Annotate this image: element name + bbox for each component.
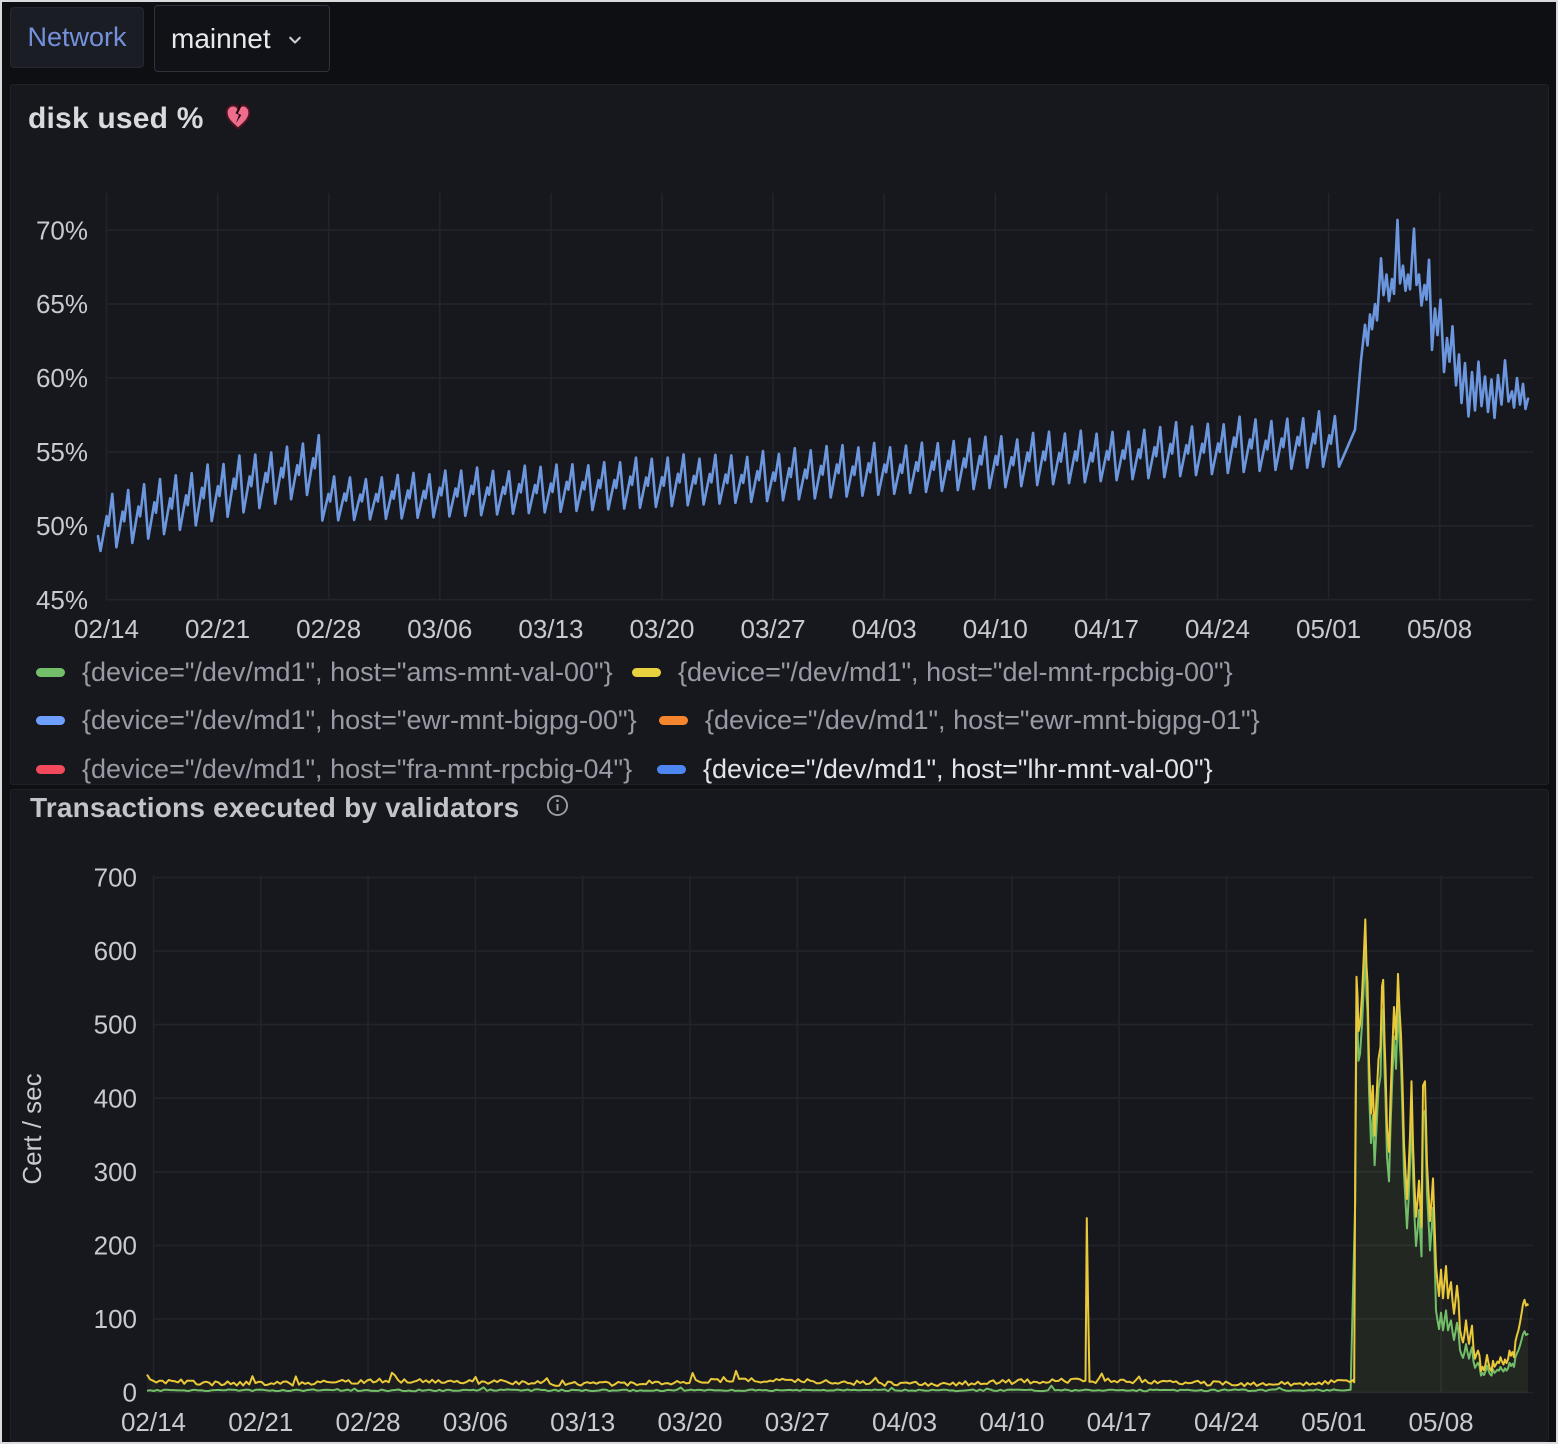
svg-text:02/14: 02/14 — [74, 614, 139, 644]
svg-text:0: 0 — [123, 1378, 137, 1408]
svg-text:04/24: 04/24 — [1194, 1407, 1259, 1437]
svg-text:04/03: 04/03 — [852, 614, 917, 644]
svg-text:70%: 70% — [36, 215, 88, 245]
svg-text:45%: 45% — [36, 585, 88, 615]
svg-text:04/10: 04/10 — [979, 1407, 1044, 1437]
svg-text:03/27: 03/27 — [765, 1407, 830, 1437]
svg-text:03/06: 03/06 — [407, 614, 472, 644]
svg-text:400: 400 — [94, 1083, 137, 1113]
svg-text:02/21: 02/21 — [185, 614, 250, 644]
svg-text:55%: 55% — [36, 437, 88, 467]
svg-text:05/08: 05/08 — [1409, 1407, 1474, 1437]
svg-text:65%: 65% — [36, 289, 88, 319]
svg-text:300: 300 — [94, 1157, 137, 1187]
svg-text:02/28: 02/28 — [336, 1407, 401, 1437]
svg-text:03/13: 03/13 — [518, 614, 583, 644]
svg-text:03/27: 03/27 — [741, 614, 806, 644]
svg-text:60%: 60% — [36, 363, 88, 393]
svg-text:03/13: 03/13 — [550, 1407, 615, 1437]
svg-text:200: 200 — [94, 1231, 137, 1261]
svg-text:100: 100 — [94, 1304, 137, 1334]
svg-text:04/10: 04/10 — [963, 614, 1028, 644]
svg-text:05/01: 05/01 — [1301, 1407, 1366, 1437]
svg-text:600: 600 — [94, 936, 137, 966]
svg-text:04/03: 04/03 — [872, 1407, 937, 1437]
svg-text:02/21: 02/21 — [228, 1407, 293, 1437]
svg-text:03/20: 03/20 — [629, 614, 694, 644]
svg-text:04/24: 04/24 — [1185, 614, 1250, 644]
svg-text:Cert / sec: Cert / sec — [17, 1073, 47, 1184]
svg-text:04/17: 04/17 — [1074, 614, 1139, 644]
svg-text:50%: 50% — [36, 511, 88, 541]
svg-text:05/08: 05/08 — [1407, 614, 1472, 644]
svg-text:02/14: 02/14 — [121, 1407, 186, 1437]
svg-text:04/17: 04/17 — [1087, 1407, 1152, 1437]
svg-text:02/28: 02/28 — [296, 614, 361, 644]
svg-text:03/20: 03/20 — [657, 1407, 722, 1437]
svg-text:500: 500 — [94, 1010, 137, 1040]
svg-text:03/06: 03/06 — [443, 1407, 508, 1437]
svg-text:05/01: 05/01 — [1296, 614, 1361, 644]
svg-text:700: 700 — [94, 863, 137, 893]
